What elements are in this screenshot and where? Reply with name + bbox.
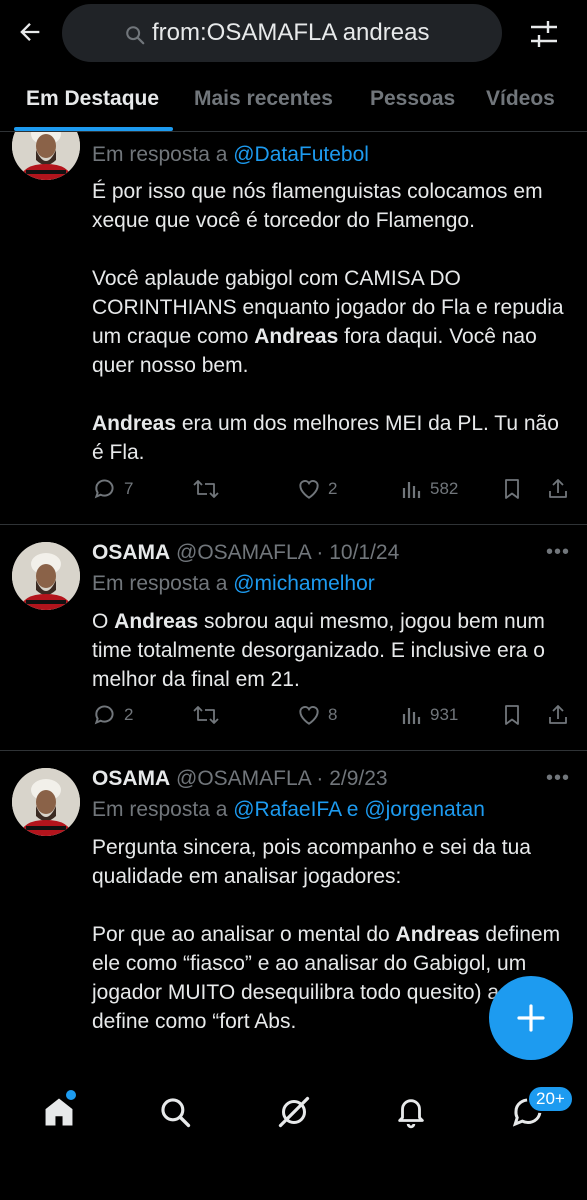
tweet-text-segment: O — [92, 610, 115, 633]
share-button[interactable] — [546, 702, 570, 728]
views-button[interactable]: 931 — [400, 702, 458, 728]
mention-link[interactable]: @michamelhor — [233, 572, 375, 595]
retweet-icon — [193, 706, 219, 724]
tweet-actions: 2 8 931 — [92, 702, 572, 734]
avatar-image — [12, 542, 80, 610]
search-input[interactable]: from:OSAMAFLA andreas — [62, 4, 502, 62]
reply-context: Em resposta a @DataFutebol — [92, 143, 369, 167]
like-button[interactable]: 2 — [296, 476, 337, 502]
like-count: 2 — [328, 479, 338, 498]
reply-count: 7 — [124, 479, 134, 498]
tab-mais-recentes[interactable]: Mais recentes — [194, 87, 333, 111]
search-icon — [161, 1098, 191, 1128]
tweet-date[interactable]: 2/9/23 — [329, 767, 387, 790]
retweet-button[interactable] — [192, 702, 220, 728]
tweet-actions: 7 2 582 — [92, 476, 572, 508]
tweet-header: OSAMA @OSAMAFLA · 10/1/24 — [92, 541, 399, 565]
search-query: from:OSAMAFLA andreas — [152, 19, 430, 46]
highlighted-term: Andreas — [254, 325, 339, 348]
tweet-header: OSAMA @OSAMAFLA · 2/9/23 — [92, 767, 388, 791]
share-icon — [549, 705, 567, 724]
reply-button[interactable]: 7 — [92, 476, 133, 502]
tweet-text: É por isso que nós flamenguistas colocam… — [92, 177, 572, 467]
reply-icon — [94, 479, 114, 499]
tweet[interactable]: OSAMA @OSAMAFLA · 10/1/24 ••• Em respost… — [0, 525, 587, 751]
share-button[interactable] — [546, 476, 570, 502]
bottom-navigation: 20+ — [0, 1068, 587, 1200]
view-count: 582 — [430, 479, 459, 498]
search-settings-button[interactable] — [525, 16, 563, 52]
back-button[interactable] — [12, 14, 48, 50]
more-options-button[interactable]: ••• — [546, 767, 570, 790]
author-handle[interactable]: @OSAMAFLA — [176, 767, 311, 790]
retweet-icon — [193, 480, 219, 498]
nav-grok[interactable] — [274, 1092, 314, 1132]
highlighted-term: Andreas — [395, 923, 480, 946]
views-icon — [402, 708, 421, 724]
notification-dot — [66, 1090, 76, 1100]
reply-icon — [94, 705, 114, 725]
bookmark-icon — [505, 705, 519, 725]
reply-prefix: Em resposta a — [92, 143, 234, 166]
separator-dot: · — [310, 767, 330, 790]
like-count: 8 — [328, 705, 338, 724]
views-icon — [402, 482, 421, 498]
avatar-image — [12, 768, 80, 836]
highlighted-term: Andreas — [92, 412, 177, 435]
reply-context: Em resposta a @michamelhor — [92, 572, 375, 596]
tweet-text-segment: É por isso que nós flamenguistas colocam… — [92, 180, 549, 232]
share-icon — [549, 479, 567, 498]
tab-pessoas[interactable]: Pessoas — [370, 87, 455, 111]
plus-icon — [517, 1004, 545, 1032]
avatar[interactable] — [12, 542, 80, 610]
reply-prefix: Em resposta a — [92, 572, 234, 595]
tab-videos[interactable]: Vídeos — [486, 87, 555, 111]
avatar[interactable] — [12, 768, 80, 836]
heart-icon — [299, 706, 319, 725]
nav-search[interactable] — [155, 1092, 195, 1132]
mention-link[interactable]: @jorgenatan — [364, 798, 485, 821]
mention-joiner: e — [340, 798, 365, 821]
author-name[interactable]: OSAMA — [92, 767, 170, 790]
reply-count: 2 — [124, 705, 134, 724]
search-icon — [126, 26, 145, 45]
messages-badge: 20+ — [527, 1085, 574, 1113]
separator-dot: · — [310, 541, 330, 564]
active-tab-indicator — [14, 127, 173, 131]
grok-icon — [278, 1096, 310, 1128]
mention-link[interactable]: @DataFutebol — [233, 143, 369, 166]
more-options-button[interactable]: ••• — [546, 541, 570, 564]
top-bar: from:OSAMAFLA andreas — [0, 0, 587, 68]
sliders-icon — [531, 21, 557, 47]
bookmark-button[interactable] — [500, 476, 524, 502]
tweet-text: O Andreas sobrou aqui mesmo, jogou bem n… — [92, 607, 572, 694]
search-tabs: Em Destaque Mais recentes Pessoas Vídeos — [0, 68, 587, 132]
view-count: 931 — [430, 705, 459, 724]
tweet-date[interactable]: 10/1/24 — [329, 541, 399, 564]
highlighted-term: Andreas — [114, 610, 199, 633]
bookmark-button[interactable] — [500, 702, 524, 728]
reply-prefix: Em resposta a — [92, 798, 234, 821]
views-button[interactable]: 582 — [400, 476, 458, 502]
bookmark-icon — [505, 479, 519, 499]
nav-notifications[interactable] — [391, 1092, 431, 1132]
compose-button[interactable] — [489, 976, 573, 1060]
home-icon — [45, 1098, 73, 1126]
like-button[interactable]: 8 — [296, 702, 337, 728]
retweet-button[interactable] — [192, 476, 220, 502]
tweet-text-segment: Por que ao analisar o mental do — [92, 923, 396, 946]
tweet-text-segment: Pergunta sincera, pois acompanho e sei d… — [92, 836, 537, 888]
tweet-text-segment: Abs. — [249, 1010, 297, 1033]
reply-button[interactable]: 2 — [92, 702, 133, 728]
author-name[interactable]: OSAMA — [92, 541, 170, 564]
mention-link[interactable]: @RafaeIFA — [233, 798, 341, 821]
arrow-left-icon — [20, 23, 40, 41]
tab-em-destaque[interactable]: Em Destaque — [26, 87, 159, 111]
notifications-icon — [398, 1099, 424, 1129]
author-handle[interactable]: @OSAMAFLA — [176, 541, 311, 564]
heart-icon — [299, 480, 319, 499]
reply-context: Em resposta a @RafaeIFA e @jorgenatan — [92, 798, 485, 822]
